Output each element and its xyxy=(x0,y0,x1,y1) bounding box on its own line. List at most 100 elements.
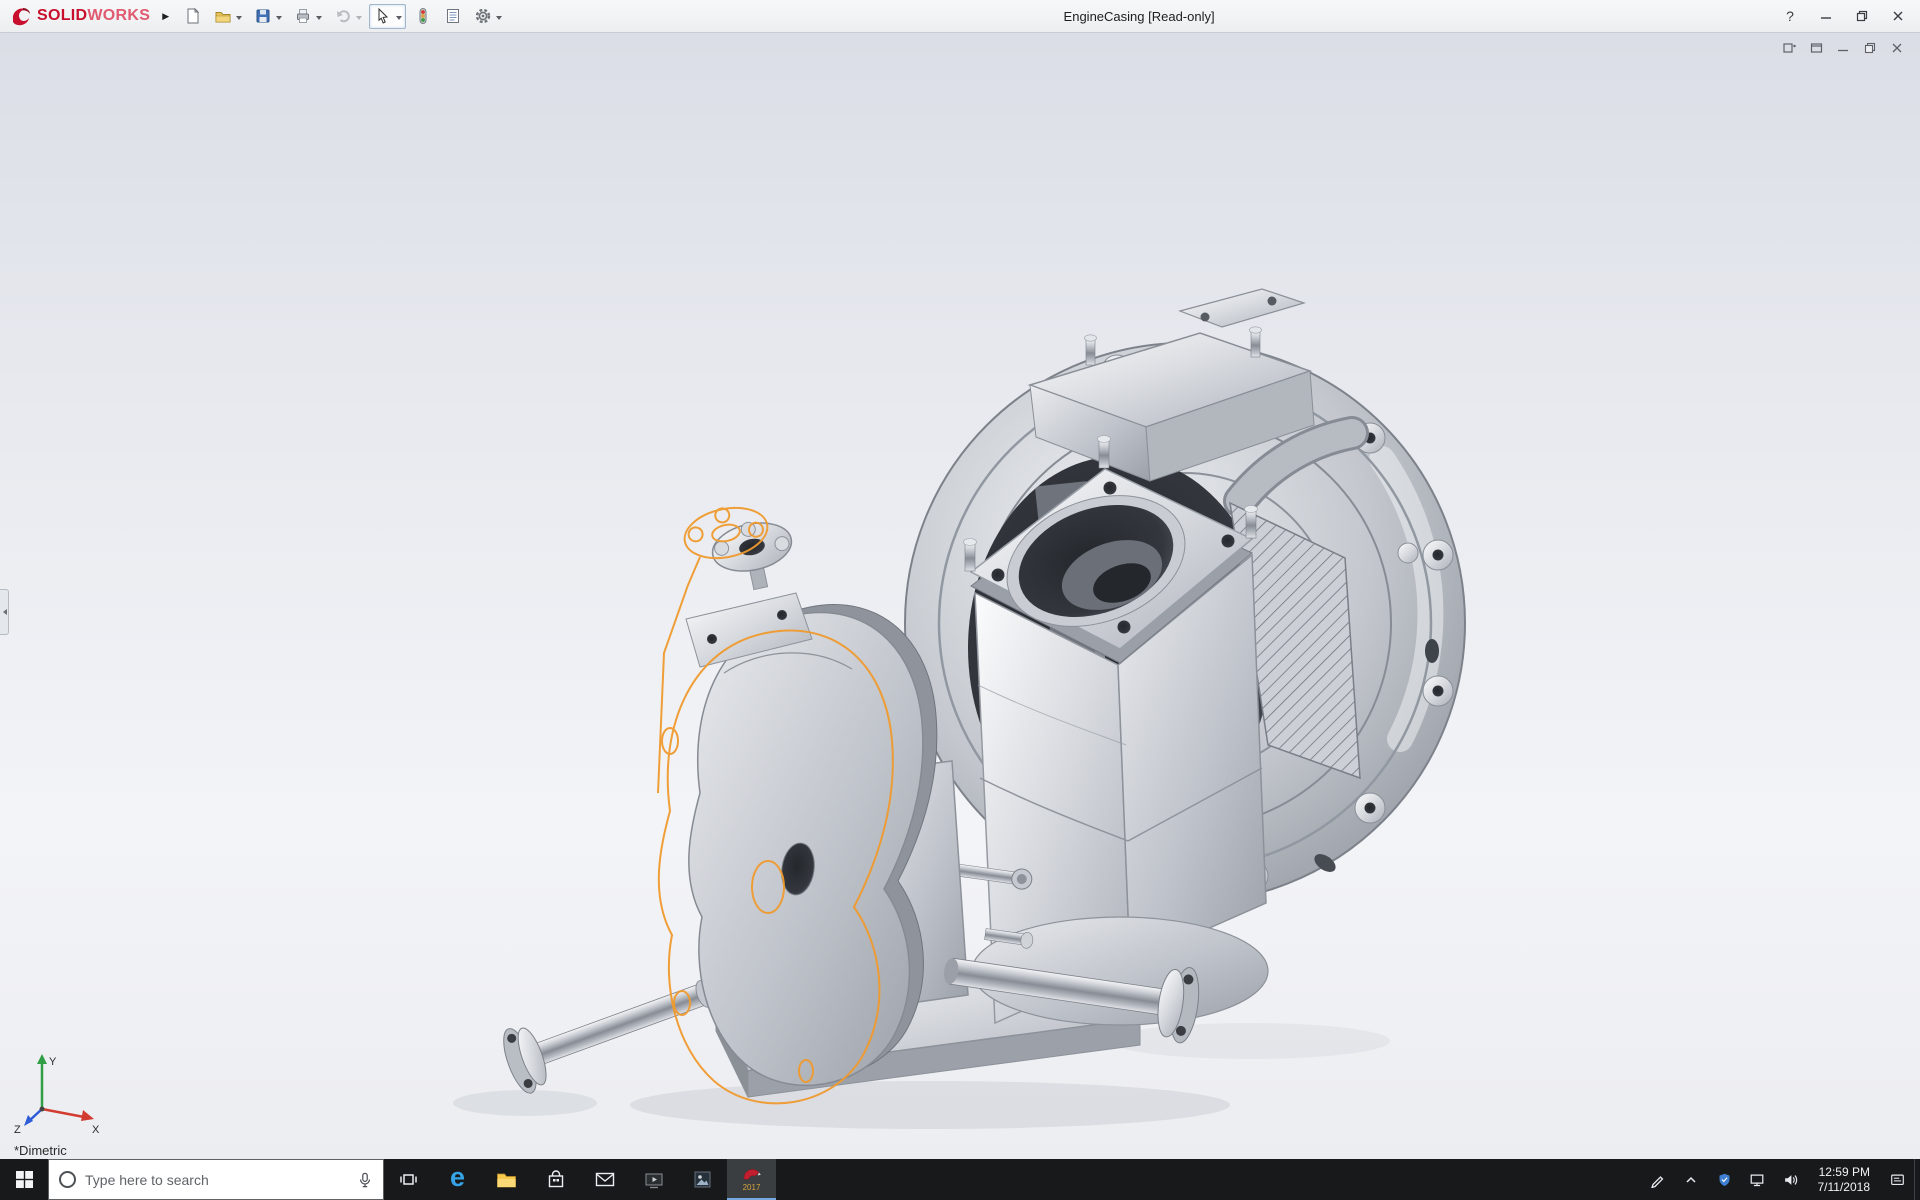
task-view-button[interactable] xyxy=(384,1159,433,1200)
document-window-controls xyxy=(1780,40,1906,56)
windows-logo-icon xyxy=(16,1171,33,1188)
network-icon xyxy=(1749,1172,1765,1188)
print-button[interactable] xyxy=(289,4,326,29)
photos-button[interactable] xyxy=(678,1159,727,1200)
help-button[interactable]: ? xyxy=(1772,0,1808,33)
restore-icon xyxy=(1856,10,1868,22)
side-cover-plate[interactable] xyxy=(686,514,937,1085)
windows-taskbar: e xyxy=(0,1159,1920,1200)
network-button[interactable] xyxy=(1741,1159,1774,1200)
window-controls: ? xyxy=(1772,0,1916,33)
new-document-button[interactable] xyxy=(179,4,206,29)
film-tv-button[interactable] xyxy=(629,1159,678,1200)
hidden-icons-button[interactable] xyxy=(1675,1159,1708,1200)
volume-button[interactable] xyxy=(1774,1159,1807,1200)
close-button[interactable] xyxy=(1880,0,1916,33)
file-properties-icon xyxy=(444,7,462,25)
store-icon xyxy=(547,1170,565,1189)
solidworks-taskbar-button[interactable]: 2017 xyxy=(727,1159,776,1200)
cortana-circle-icon xyxy=(59,1171,76,1188)
minimize-document-button[interactable] xyxy=(1834,40,1852,56)
clock-time: 12:59 PM xyxy=(1819,1165,1870,1180)
security-button[interactable] xyxy=(1708,1159,1741,1200)
action-center-icon xyxy=(1889,1172,1906,1188)
mail-button[interactable] xyxy=(580,1159,629,1200)
collapsed-panel-tab[interactable] xyxy=(0,589,9,635)
clock-date: 7/11/2018 xyxy=(1818,1180,1871,1195)
undo-button[interactable] xyxy=(329,4,366,29)
orientation-triad: Y X Z xyxy=(12,1047,104,1135)
undo-icon xyxy=(334,7,352,25)
file-properties-button[interactable] xyxy=(439,4,466,29)
document-title: EngineCasing [Read-only] xyxy=(506,9,1772,24)
minimize-button[interactable] xyxy=(1808,0,1844,33)
start-button[interactable] xyxy=(0,1159,48,1200)
solidworks-app-icon xyxy=(742,1168,762,1183)
close-document-button[interactable] xyxy=(1888,40,1906,56)
engine-casing-3d-model[interactable] xyxy=(0,33,1920,1159)
dropdown-caret[interactable] xyxy=(276,16,282,23)
security-shield-icon xyxy=(1717,1172,1732,1188)
store-button[interactable] xyxy=(531,1159,580,1200)
photos-icon xyxy=(693,1170,712,1189)
new-document-icon xyxy=(184,7,202,25)
close-icon xyxy=(1891,42,1903,54)
dassault-swirl-icon xyxy=(10,5,32,27)
taskbar-spacer xyxy=(776,1159,1642,1200)
triad-y-label: Y xyxy=(49,1056,57,1068)
brand-text-works: WORKS xyxy=(87,7,150,24)
edge-button[interactable]: e xyxy=(433,1159,482,1200)
rebuild-traffic-light-icon xyxy=(414,7,432,25)
rebuild-button[interactable] xyxy=(409,4,436,29)
open-folder-icon xyxy=(214,7,232,25)
dropdown-caret[interactable] xyxy=(316,16,322,23)
print-icon xyxy=(294,7,312,25)
triad-z-label: Z xyxy=(14,1124,21,1135)
file-explorer-icon xyxy=(496,1171,517,1189)
action-center-button[interactable] xyxy=(1881,1159,1914,1200)
task-view-icon xyxy=(399,1170,418,1189)
select-tool-button[interactable] xyxy=(369,4,406,29)
edge-icon: e xyxy=(450,1164,465,1191)
restore-icon xyxy=(1864,42,1876,54)
show-desktop-button[interactable] xyxy=(1914,1159,1920,1200)
microphone-icon[interactable] xyxy=(357,1171,373,1189)
quick-access-toolbar xyxy=(179,4,506,29)
restore-button[interactable] xyxy=(1844,0,1880,33)
chevron-up-icon xyxy=(1684,1173,1698,1187)
dropdown-caret[interactable] xyxy=(496,16,502,23)
tile-window-icon xyxy=(1783,42,1796,54)
pen-icon xyxy=(1650,1172,1666,1188)
solidworks-logo: SOLIDWORKS xyxy=(4,5,158,27)
dropdown-caret[interactable] xyxy=(356,16,362,23)
taskbar-search[interactable] xyxy=(48,1159,384,1200)
save-button[interactable] xyxy=(249,4,286,29)
file-explorer-button[interactable] xyxy=(482,1159,531,1200)
save-icon xyxy=(254,7,272,25)
solidworks-application-window: SOLIDWORKS ▶ xyxy=(0,0,1920,1200)
select-arrow-icon xyxy=(374,7,392,25)
titlebar: SOLIDWORKS ▶ xyxy=(0,0,1920,33)
view-orientation-label: *Dimetric xyxy=(14,1143,67,1158)
options-button[interactable] xyxy=(469,4,506,29)
triad-x-label: X xyxy=(92,1124,100,1135)
solidworks-year-label: 2017 xyxy=(743,1183,761,1192)
search-input[interactable] xyxy=(85,1172,348,1188)
film-tv-icon xyxy=(644,1171,664,1189)
volume-icon xyxy=(1782,1172,1799,1188)
menu-expand-arrow[interactable]: ▶ xyxy=(158,11,179,22)
new-window-button[interactable] xyxy=(1807,40,1825,56)
graphics-viewport[interactable]: Y X Z *Dimetric xyxy=(0,33,1920,1159)
clock[interactable]: 12:59 PM 7/11/2018 xyxy=(1807,1159,1882,1200)
dropdown-caret[interactable] xyxy=(236,16,242,23)
restore-document-button[interactable] xyxy=(1861,40,1879,56)
close-icon xyxy=(1892,10,1904,22)
mail-icon xyxy=(595,1171,615,1188)
open-button[interactable] xyxy=(209,4,246,29)
brand-text-solid: SOLID xyxy=(37,7,87,24)
new-window-icon xyxy=(1810,42,1823,54)
tile-window-button[interactable] xyxy=(1780,40,1798,56)
dropdown-caret[interactable] xyxy=(396,16,402,23)
options-gear-icon xyxy=(474,7,492,25)
pen-button[interactable] xyxy=(1642,1159,1675,1200)
